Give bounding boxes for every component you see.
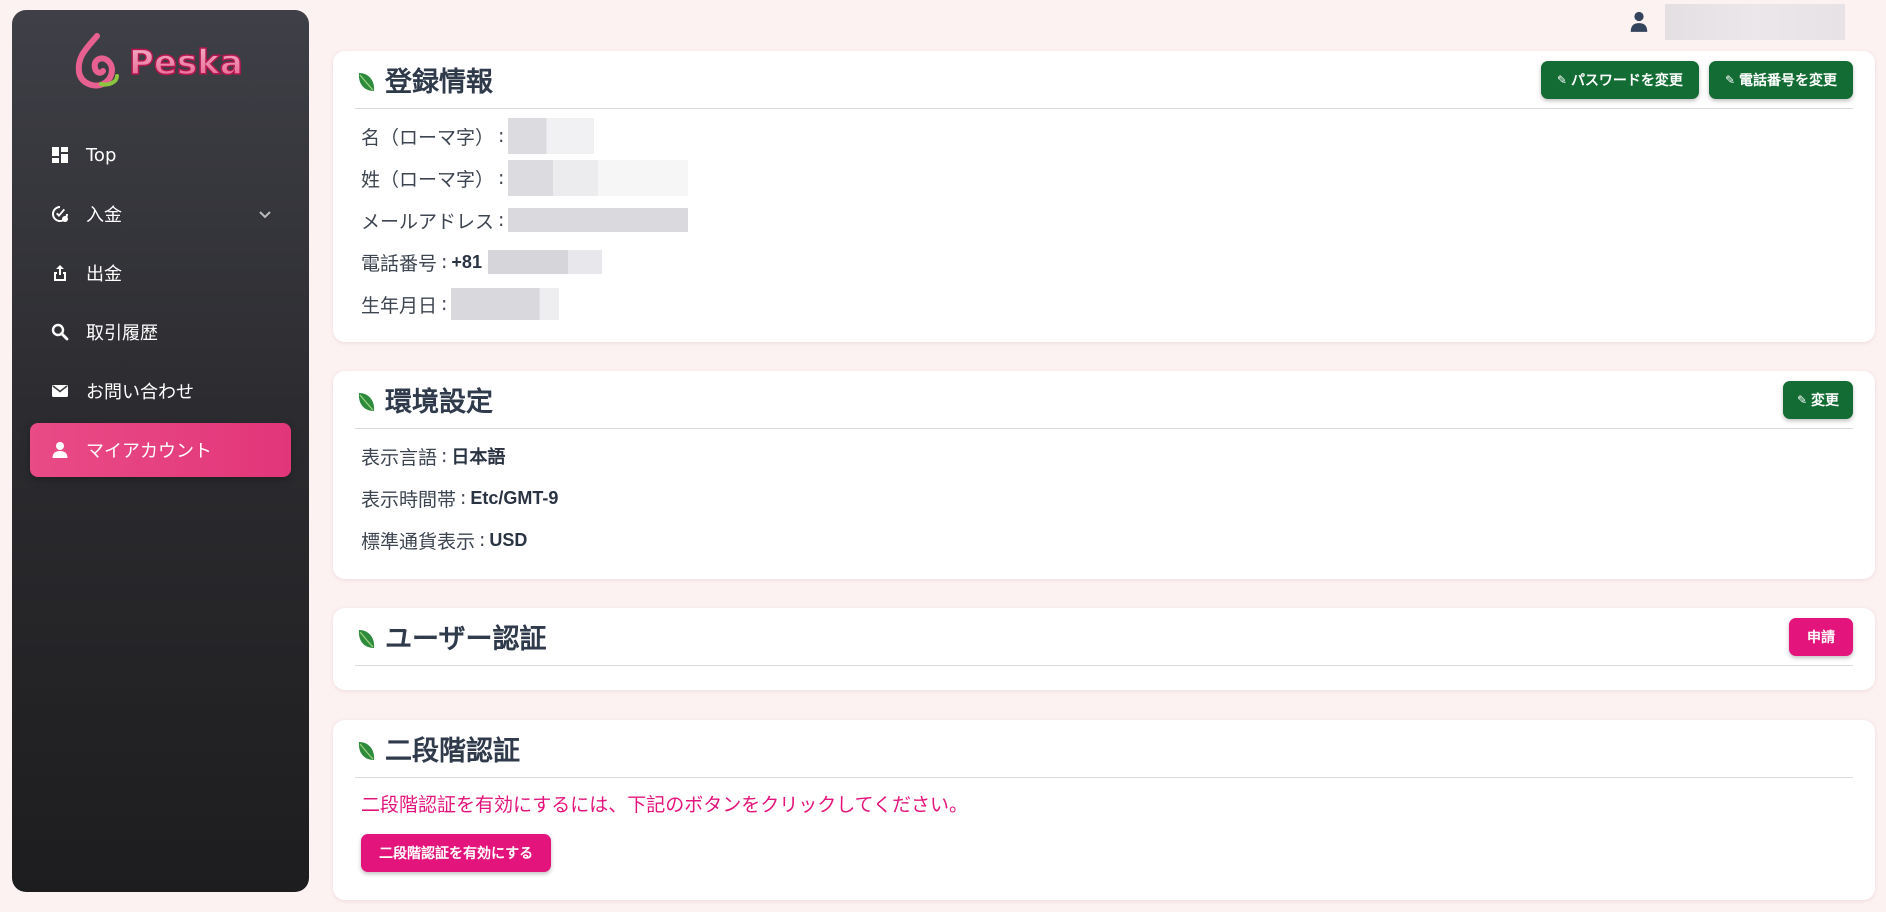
- search-icon: [50, 322, 70, 342]
- language-value: 日本語: [451, 447, 506, 467]
- sidebar-item-label: マイアカウント: [86, 441, 212, 462]
- timezone-value: Etc/GMT-9: [470, 487, 559, 508]
- birthdate-label: 生年月日: [361, 294, 438, 317]
- birthdate-row: 生年月日 :: [361, 283, 1847, 325]
- phone-row: 電話番号 : +81: [361, 241, 1847, 283]
- leaf-icon: [358, 72, 375, 91]
- language-row: 表示言語 : 日本語: [361, 435, 1847, 477]
- sidebar-item-contact[interactable]: お問い合わせ: [30, 364, 291, 418]
- sidebar-item-history[interactable]: 取引履歴: [30, 305, 291, 359]
- card-header: 環境設定 ✎ 変更: [355, 371, 1853, 429]
- email-label: メールアドレス: [361, 210, 495, 233]
- phone-label: 電話番号: [361, 252, 438, 275]
- redacted-value: [451, 288, 560, 320]
- sidebar-item-withdraw[interactable]: 出金: [30, 246, 291, 300]
- card-title: 登録情報: [355, 60, 493, 99]
- first-name-label: 名（ローマ字）: [361, 126, 495, 149]
- mail-icon: [50, 381, 70, 401]
- sidebar-item-top[interactable]: Top: [30, 128, 291, 182]
- phone-prefix: +81: [451, 251, 482, 272]
- registration-card: 登録情報 ✎ パスワードを変更 ✎ 電話番号を変更 名（ローマ字） : 姓（ロー…: [333, 51, 1875, 342]
- change-password-button[interactable]: ✎ パスワードを変更: [1540, 61, 1699, 99]
- user-menu[interactable]: [1629, 4, 1845, 40]
- currency-value: USD: [489, 529, 528, 550]
- redacted-username: [1665, 4, 1845, 40]
- enable-two-factor-button[interactable]: 二段階認証を有効にする: [361, 834, 552, 872]
- svg-text:Peska: Peska: [129, 43, 243, 83]
- card-header: 登録情報 ✎ パスワードを変更 ✎ 電話番号を変更: [355, 51, 1853, 109]
- pencil-icon: ✎: [1724, 73, 1735, 87]
- last-name-label: 姓（ローマ字）: [361, 168, 495, 191]
- sidebar-item-deposit[interactable]: 入金: [30, 187, 291, 241]
- timezone-label: 表示時間帯: [361, 488, 457, 511]
- pencil-icon: ✎: [1556, 73, 1567, 87]
- leaf-icon: [358, 392, 375, 411]
- brand-logo[interactable]: Peska: [30, 26, 291, 98]
- currency-row: 標準通貨表示 : USD: [361, 519, 1847, 561]
- sidebar-item-label: 出金: [86, 264, 122, 285]
- sidebar: Peska Top 入金 出金 取引履歴 お問い合わせ マイアカウント: [12, 10, 309, 892]
- currency-label: 標準通貨表示: [361, 530, 476, 553]
- card-title: ユーザー認証: [355, 617, 546, 656]
- change-preferences-button[interactable]: ✎ 変更: [1782, 381, 1853, 419]
- redacted-value: [508, 160, 689, 196]
- sidebar-item-label: お問い合わせ: [86, 382, 194, 403]
- preferences-card: 環境設定 ✎ 変更 表示言語 : 日本語 表示時間帯 : Etc/GMT-9 標…: [333, 371, 1875, 579]
- dashboard-icon: [50, 145, 70, 165]
- change-phone-button[interactable]: ✎ 電話番号を変更: [1708, 61, 1853, 99]
- deposit-icon: [50, 204, 70, 224]
- timezone-row: 表示時間帯 : Etc/GMT-9: [361, 477, 1847, 519]
- first-name-row: 名（ローマ字） :: [361, 115, 1847, 157]
- card-header: ユーザー認証 申請: [355, 608, 1853, 666]
- chevron-down-icon[interactable]: [257, 206, 273, 222]
- withdraw-icon: [50, 263, 70, 283]
- sidebar-item-label: 取引履歴: [86, 323, 158, 344]
- user-icon: [50, 440, 70, 460]
- apply-verification-button[interactable]: 申請: [1789, 618, 1853, 656]
- redacted-value: [508, 118, 595, 154]
- card-header: 二段階認証: [355, 720, 1853, 778]
- peska-logo-icon: Peska: [75, 33, 243, 89]
- verification-card: ユーザー認証 申請: [333, 608, 1875, 690]
- sidebar-item-label: 入金: [86, 205, 122, 226]
- last-name-row: 姓（ローマ字） :: [361, 157, 1847, 199]
- email-row: メールアドレス :: [361, 199, 1847, 241]
- sidebar-item-label: Top: [86, 144, 117, 166]
- sidebar-item-my-account[interactable]: マイアカウント: [30, 423, 291, 477]
- user-icon: [1630, 11, 1648, 32]
- redacted-value: [508, 208, 689, 232]
- redacted-value: [487, 250, 602, 274]
- two-factor-notice: 二段階認証を有効にするには、下記のボタンをクリックしてください。: [361, 794, 969, 816]
- language-label: 表示言語: [361, 446, 438, 469]
- two-factor-card: 二段階認証 二段階認証を有効にするには、下記のボタンをクリックしてください。 二…: [333, 720, 1875, 900]
- card-title: 環境設定: [355, 380, 493, 419]
- leaf-icon: [358, 741, 375, 760]
- card-title: 二段階認証: [355, 729, 520, 768]
- leaf-icon: [358, 629, 375, 648]
- pencil-icon: ✎: [1796, 393, 1807, 407]
